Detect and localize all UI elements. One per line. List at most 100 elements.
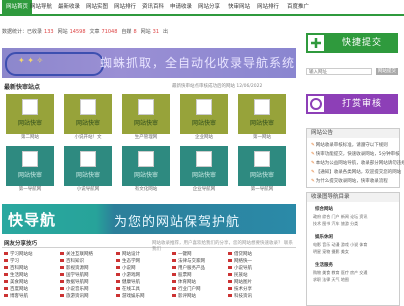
tile-label[interactable]: 第一导航网 <box>238 186 286 192</box>
friend-link[interactable]: 网站设计 <box>116 251 140 257</box>
nav-item-1[interactable]: 网站导航 <box>30 2 52 12</box>
friend-link[interactable]: 小说导航 <box>228 265 252 271</box>
tile-label[interactable]: 小说开站！文 <box>64 134 112 140</box>
site-tile[interactable]: 网站快审 <box>122 146 170 186</box>
friend-link-text: 网站图片 <box>234 280 252 285</box>
friend-link[interactable]: 小说网 <box>116 265 136 271</box>
latest-title: 最新快审站点 <box>4 84 41 91</box>
notice-item[interactable]: ✎为什么提交收录网站，快审收录流程 <box>311 178 388 184</box>
kuai-banner[interactable]: 快导航 为您的网站保驾护航 <box>2 204 296 234</box>
nav-item-3[interactable]: 网站实图 <box>86 2 108 12</box>
friend-link[interactable]: 学习网站站 <box>4 251 33 257</box>
friend-link[interactable]: 学习 <box>4 258 19 264</box>
tile-caption: 网站快审 <box>17 120 42 127</box>
tile-label[interactable]: 第二网站 <box>6 134 54 140</box>
site-tile[interactable]: 网站快审 <box>64 146 112 186</box>
friend-link[interactable]: 影评网站 <box>172 293 196 299</box>
friend-link[interactable]: 股票网 <box>172 272 192 278</box>
friend-link[interactable]: 旅游资讯网 <box>60 293 89 299</box>
site-tile[interactable]: 网站快审 <box>64 94 112 134</box>
nav-item-2[interactable]: 最新收录 <box>58 2 80 12</box>
guide-row[interactable]: 电影 音乐 动漫 游戏 小说 体育 <box>313 242 367 248</box>
tile-caption: 网站快审 <box>75 120 100 127</box>
tip-review-button[interactable]: 打赏审核 <box>306 94 398 114</box>
spider-banner[interactable]: ✦ ✦ ✧ 蜘蛛抓取，全自动化收录导航系统 <box>2 48 296 78</box>
friend-link[interactable]: 在线工具 <box>116 286 140 292</box>
friend-link[interactable]: 生态学网 <box>116 258 140 264</box>
site-tile[interactable]: 网站快审 <box>180 94 228 134</box>
latest-note: 最新快审站点审核成功后的网站 12/06/2022 <box>172 84 263 89</box>
nav-item-9[interactable]: 网站排行 <box>257 2 279 12</box>
friend-link[interactable]: 科技资讯 <box>228 293 252 299</box>
friend-link[interactable]: 体育网站 <box>172 279 196 285</box>
document-icon <box>80 151 96 167</box>
friend-link[interactable]: 百科网站 <box>4 265 28 271</box>
site-tile[interactable]: 网站快审 <box>6 146 54 186</box>
friend-link[interactable]: 生活网站 <box>4 272 28 278</box>
friend-link[interactable]: 技术分享 <box>228 286 252 292</box>
friend-link-text: 技术分享 <box>234 287 252 292</box>
document-icon <box>254 151 270 167</box>
friend-link[interactable]: 网站图片 <box>228 279 252 285</box>
friend-link[interactable]: 民族站 <box>228 272 248 278</box>
link-icon <box>60 259 64 262</box>
tile-label[interactable]: 企业导航网 <box>180 186 228 192</box>
friend-link[interactable]: 数据导航网 <box>60 279 89 285</box>
notice-item[interactable]: ✎【通知】收录各类网站，欢迎提交您的网站 <box>311 169 401 175</box>
notice-item[interactable]: ✎本站为公益网站导航，收录部分网站请勿违规 <box>311 160 404 166</box>
tile-label[interactable]: 企业网站 <box>180 134 228 140</box>
nav-item-4[interactable]: 网站排行 <box>114 2 136 12</box>
stats-label: 网站 <box>140 29 151 35</box>
friend-link[interactable]: 关注互联网络 <box>60 251 93 257</box>
friend-link[interactable]: 博客导航 <box>4 293 28 299</box>
friend-link[interactable]: 健康导航 <box>116 279 140 285</box>
nav-item-10[interactable]: 百度推广 <box>287 2 309 12</box>
site-tile[interactable]: 网站快审 <box>238 94 286 134</box>
nav-item-5[interactable]: 资讯百科 <box>142 2 164 12</box>
friend-link-text: 在线工具 <box>122 287 140 292</box>
quick-submit-button[interactable]: 快捷提交 <box>306 33 398 53</box>
tile-label[interactable]: 生产管理网 <box>122 134 170 140</box>
tile-label[interactable]: 第一导航网 <box>6 186 54 192</box>
friend-link[interactable]: 网络快一 <box>228 258 252 264</box>
friend-link[interactable]: 行业门户网 <box>172 286 201 292</box>
link-icon <box>60 266 64 269</box>
notice-item[interactable]: ✎网站收录审核标准，请遵守以下规则 <box>311 142 388 148</box>
submit-url-button[interactable]: 网站提交 <box>376 68 398 75</box>
guide-row[interactable]: 求职 法律 天气 地图 <box>313 277 349 283</box>
nav-item-8[interactable]: 快审网站 <box>228 2 250 12</box>
tile-label[interactable]: 有文化网站 <box>122 186 170 192</box>
friend-link[interactable]: 借贷网站 <box>228 251 252 257</box>
friend-link[interactable]: 百科知识 <box>60 258 84 264</box>
link-icon <box>172 294 176 297</box>
friend-link[interactable]: 游戏娱乐网 <box>116 293 145 299</box>
nav-item-0[interactable]: 网站首页 <box>2 0 33 14</box>
guide-row[interactable]: 明星 宠物 摄影 美女 <box>313 249 349 255</box>
nav-item-6[interactable]: 申请收录 <box>170 2 192 12</box>
notice-item[interactable]: ✎快审功能提交，快速收录网站，5分钟审核 <box>311 151 400 157</box>
friend-link[interactable]: 国学导航网 <box>60 272 89 278</box>
nav-item-7[interactable]: 网站分享 <box>198 2 220 12</box>
tile-label[interactable]: 小说导航网 <box>64 186 112 192</box>
guide-row[interactable]: 购物 美食 教育 医疗 房产 交通 <box>313 270 367 276</box>
site-tile[interactable]: 网站快审 <box>6 94 54 134</box>
url-input[interactable] <box>306 68 372 75</box>
site-tile[interactable]: 网站快审 <box>180 146 228 186</box>
friend-link[interactable]: 美食网站 <box>4 279 28 285</box>
guide-row[interactable]: 政府 综合 门户 新闻 论坛 资讯 <box>313 214 367 220</box>
friend-link[interactable]: 用户服务产品 <box>172 265 205 271</box>
notice-text: 【通知】收录各类网站，欢迎提交您的网站 <box>315 170 402 175</box>
plus-icon <box>306 33 326 53</box>
link-icon <box>60 273 64 276</box>
site-tile[interactable]: 网站快审 <box>122 94 170 134</box>
friend-link[interactable]: 一键网 <box>172 251 192 257</box>
site-tile[interactable]: 网站快审 <box>238 146 286 186</box>
friend-link[interactable]: 小游戏网 <box>116 272 140 278</box>
guide-row[interactable]: 技术 图书 汽车 旅游 分类 <box>313 221 358 227</box>
friend-link[interactable]: 影视资源网 <box>60 265 89 271</box>
friend-link[interactable]: 法律与交家网 <box>172 258 205 264</box>
friend-link[interactable]: 百度网站 <box>4 286 28 292</box>
document-icon <box>196 99 212 115</box>
tile-label[interactable]: 第一网站 <box>238 134 286 140</box>
friend-link[interactable]: 小说音乐网 <box>60 286 89 292</box>
